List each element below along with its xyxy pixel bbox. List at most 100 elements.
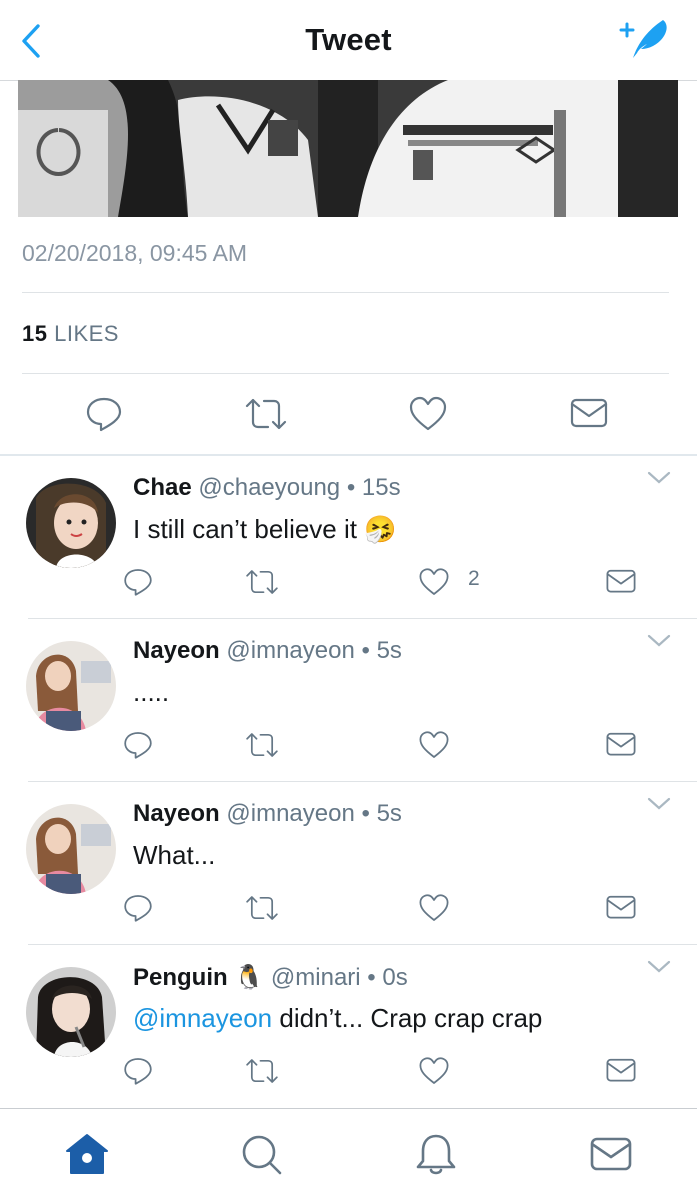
direct-message-icon (606, 732, 636, 756)
like-heart-icon (419, 1057, 449, 1084)
reply-text: What... (133, 840, 216, 870)
avatar[interactable] (26, 804, 116, 894)
reply-action-bar: 2 (0, 564, 697, 600)
reply-meta: Chae @chaeyoung • 15s (133, 474, 401, 502)
reply-button[interactable] (122, 566, 154, 598)
tweet-timestamp: 02/20/2018, 09:45 AM (22, 240, 248, 266)
reply-icon (124, 569, 152, 596)
home-icon (66, 1134, 108, 1174)
like-heart-icon (409, 396, 447, 431)
reply-button[interactable] (84, 394, 124, 434)
like-button[interactable] (418, 566, 450, 598)
display-name[interactable]: Chae (133, 474, 192, 501)
username[interactable]: @minari (271, 964, 361, 991)
reply-text: @imnayeon didn’t... Crap crap crap (133, 1003, 542, 1034)
chevron-down-icon (647, 960, 671, 973)
mention-link[interactable]: @imnayeon (133, 1003, 272, 1033)
tab-notifications[interactable] (413, 1131, 459, 1177)
more-options-button[interactable] (647, 633, 671, 649)
direct-message-icon (606, 569, 636, 593)
username[interactable]: @imnayeon (226, 800, 354, 827)
reply-button[interactable] (122, 729, 154, 761)
retweet-button[interactable] (243, 394, 289, 434)
chevron-down-icon (647, 634, 671, 647)
reply-tweet[interactable]: Chae @chaeyoung • 15s I still can’t beli… (0, 456, 697, 619)
share-dm-button[interactable] (605, 730, 637, 760)
tab-messages[interactable] (588, 1131, 634, 1177)
reply-icon (86, 397, 122, 432)
reply-action-bar (0, 727, 697, 763)
reply-time: 5s (376, 637, 402, 664)
direct-message-icon (606, 895, 636, 919)
avatar[interactable] (26, 641, 116, 731)
more-options-button[interactable] (647, 796, 671, 812)
retweet-icon (246, 1059, 278, 1083)
retweet-button[interactable] (244, 892, 280, 924)
avatar-image (26, 804, 116, 894)
separator-dot: • (346, 474, 356, 501)
retweet-icon (245, 398, 287, 430)
compose-quill-icon (619, 20, 667, 58)
username[interactable]: @chaeyoung (198, 474, 340, 501)
reply-button[interactable] (122, 892, 154, 924)
display-name[interactable]: Nayeon (133, 800, 220, 827)
tweet-photo[interactable] (18, 80, 678, 217)
share-dm-button[interactable] (569, 396, 609, 432)
retweet-button[interactable] (244, 566, 280, 598)
direct-message-icon (570, 398, 608, 428)
avatar-image (26, 967, 116, 1057)
reply-meta: Nayeon @imnayeon • 5s (133, 800, 402, 828)
photo-image (18, 80, 678, 217)
reply-icon (124, 895, 152, 922)
likes-summary[interactable]: 15 LIKES (22, 321, 119, 347)
share-dm-button[interactable] (605, 567, 637, 597)
avatar[interactable] (26, 967, 116, 1057)
reply-time: 0s (382, 964, 408, 991)
like-button[interactable] (408, 394, 448, 434)
notifications-bell-icon (416, 1134, 456, 1175)
like-button[interactable] (418, 729, 450, 761)
reply-icon (124, 732, 152, 759)
direct-message-icon (606, 1058, 636, 1082)
likes-count: 15 (22, 321, 48, 346)
display-name[interactable]: Penguin (133, 964, 228, 991)
likes-label: LIKES (54, 321, 119, 346)
reply-action-bar (0, 890, 697, 926)
like-button[interactable] (418, 892, 450, 924)
top-nav-bar: Tweet (0, 0, 697, 81)
reply-text: ..... (133, 677, 170, 707)
reply-meta: Nayeon @imnayeon • 5s (133, 637, 402, 665)
sneezing-emoji: 🤧 (364, 514, 397, 544)
separator-dot: • (361, 800, 370, 827)
display-name[interactable]: Nayeon (133, 637, 220, 664)
messages-envelope-icon (590, 1137, 632, 1171)
tab-home[interactable] (64, 1131, 110, 1177)
like-button[interactable] (418, 1055, 450, 1087)
divider (22, 292, 669, 293)
avatar-image (26, 478, 116, 568)
avatar-image (26, 641, 116, 731)
search-icon (242, 1135, 282, 1175)
share-dm-button[interactable] (605, 893, 637, 923)
reply-text-content: didn’t... Crap crap crap (272, 1003, 543, 1033)
retweet-button[interactable] (244, 1055, 280, 1087)
tweet-action-bar (0, 388, 697, 442)
reply-tweet[interactable]: Penguin 🐧 @minari • 0s @imnayeon didn’t.… (0, 945, 697, 1108)
retweet-button[interactable] (244, 729, 280, 761)
penguin-emoji: 🐧 (234, 964, 265, 991)
chevron-down-icon (647, 797, 671, 810)
tab-search[interactable] (238, 1131, 284, 1177)
more-options-button[interactable] (647, 470, 671, 486)
avatar[interactable] (26, 478, 116, 568)
reply-text-content: I still can’t believe it (133, 514, 357, 544)
divider (22, 373, 669, 374)
reply-tweet[interactable]: Nayeon @imnayeon • 5s ..... (0, 619, 697, 782)
reply-text: I still can’t believe it 🤧 (133, 514, 397, 545)
share-dm-button[interactable] (605, 1056, 637, 1086)
username[interactable]: @imnayeon (226, 637, 354, 664)
reply-button[interactable] (122, 1055, 154, 1087)
compose-tweet-button[interactable] (619, 16, 673, 62)
reply-tweet[interactable]: Nayeon @imnayeon • 5s What... (0, 782, 697, 945)
reply-time: 5s (376, 800, 402, 827)
more-options-button[interactable] (647, 959, 671, 975)
